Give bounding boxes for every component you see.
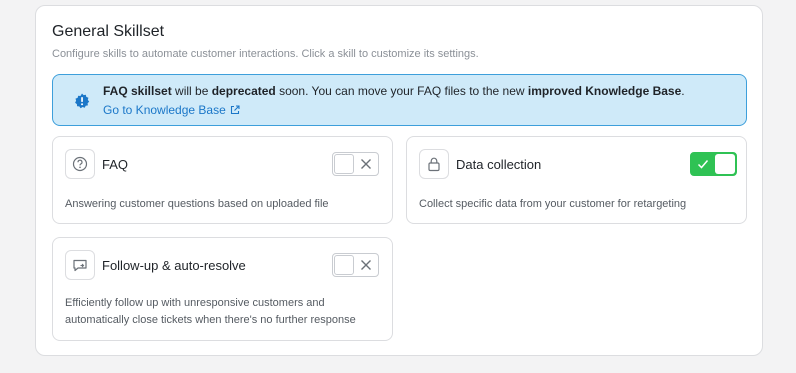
- link-label: Go to Knowledge Base: [103, 103, 226, 117]
- data-collection-toggle[interactable]: [690, 152, 737, 176]
- lock-icon: [428, 157, 440, 172]
- external-link-icon: [230, 105, 240, 115]
- toggle-knob: [715, 154, 735, 174]
- general-skillset-panel: General Skillset Configure skills to aut…: [35, 5, 763, 356]
- toggle-knob: [334, 255, 354, 275]
- skill-title-data-collection: Data collection: [456, 157, 542, 172]
- skill-title-faq: FAQ: [102, 157, 129, 172]
- skill-description-data-collection: Collect specific data from your customer…: [419, 198, 687, 210]
- skill-card-data-collection[interactable]: Data collection Collect specific data fr…: [406, 136, 747, 224]
- faq-toggle[interactable]: [332, 152, 379, 176]
- card-icon-box: [65, 149, 95, 179]
- question-circle-icon: [72, 156, 88, 172]
- x-icon: [361, 159, 371, 169]
- banner-text-4: soon. You can move your FAQ files to the…: [275, 84, 528, 98]
- deprecation-banner: FAQ skillset will be deprecated soon. Yo…: [52, 74, 747, 126]
- banner-text-knowledge-base: improved Knowledge Base: [527, 84, 682, 98]
- go-to-knowledge-base-link[interactable]: Go to Knowledge Base: [103, 103, 240, 117]
- skill-title-follow-up: Follow-up & auto-resolve: [102, 258, 246, 273]
- skill-card-faq[interactable]: FAQ Answering customer questions based o…: [52, 136, 393, 224]
- section-subtitle: Configure skills to automate customer in…: [52, 48, 479, 60]
- x-icon: [361, 260, 371, 270]
- chat-forward-icon: [73, 259, 87, 272]
- card-icon-box: [419, 149, 449, 179]
- section-title: General Skillset: [52, 23, 165, 40]
- banner-text-faq: FAQ skillset: [103, 84, 172, 98]
- banner-message: FAQ skillset will be deprecated soon. Yo…: [103, 84, 685, 98]
- banner-text-2: will be: [171, 84, 212, 98]
- banner-text-6: .: [681, 84, 685, 98]
- check-icon: [697, 160, 709, 169]
- skill-description-follow-up: Efficiently follow up with unresponsive …: [65, 295, 356, 329]
- banner-text-deprecated: deprecated: [211, 84, 276, 98]
- skill-card-follow-up[interactable]: Follow-up & auto-resolve Efficiently fol…: [52, 237, 393, 341]
- toggle-knob: [334, 154, 354, 174]
- description-line-2: automatically close tickets when there's…: [65, 314, 356, 326]
- skill-description-faq: Answering customer questions based on up…: [65, 198, 329, 210]
- card-icon-box: [65, 250, 95, 280]
- follow-up-toggle[interactable]: [332, 253, 379, 277]
- info-badge-icon: [75, 93, 90, 109]
- description-line-1: Efficiently follow up with unresponsive …: [65, 297, 325, 309]
